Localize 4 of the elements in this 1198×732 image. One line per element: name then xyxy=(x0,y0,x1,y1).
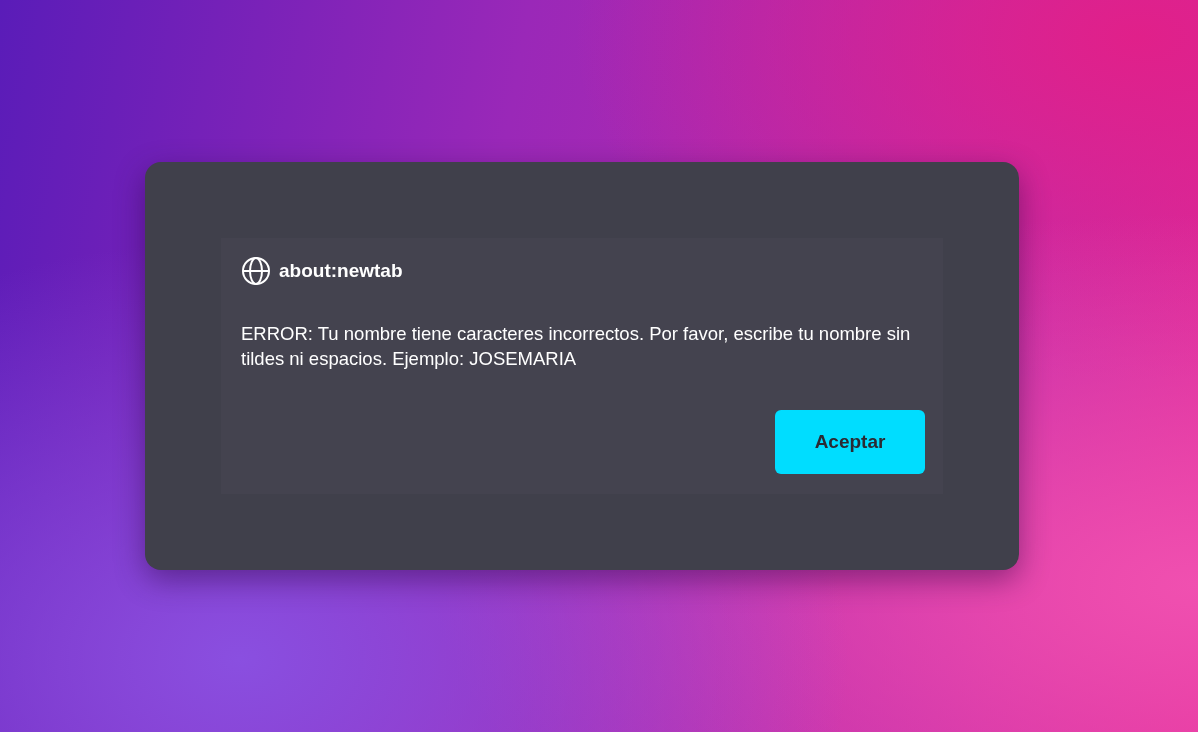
dialog-origin: about:newtab xyxy=(279,260,403,282)
globe-icon xyxy=(241,256,271,286)
error-message: ERROR: Tu nombre tiene caracteres incorrectos. Por favor, escribe tu nombre sin tildes ni espacios. Ejemplo: JOSEMARIA xyxy=(241,322,912,371)
accept-button[interactable]: Aceptar xyxy=(775,410,925,474)
